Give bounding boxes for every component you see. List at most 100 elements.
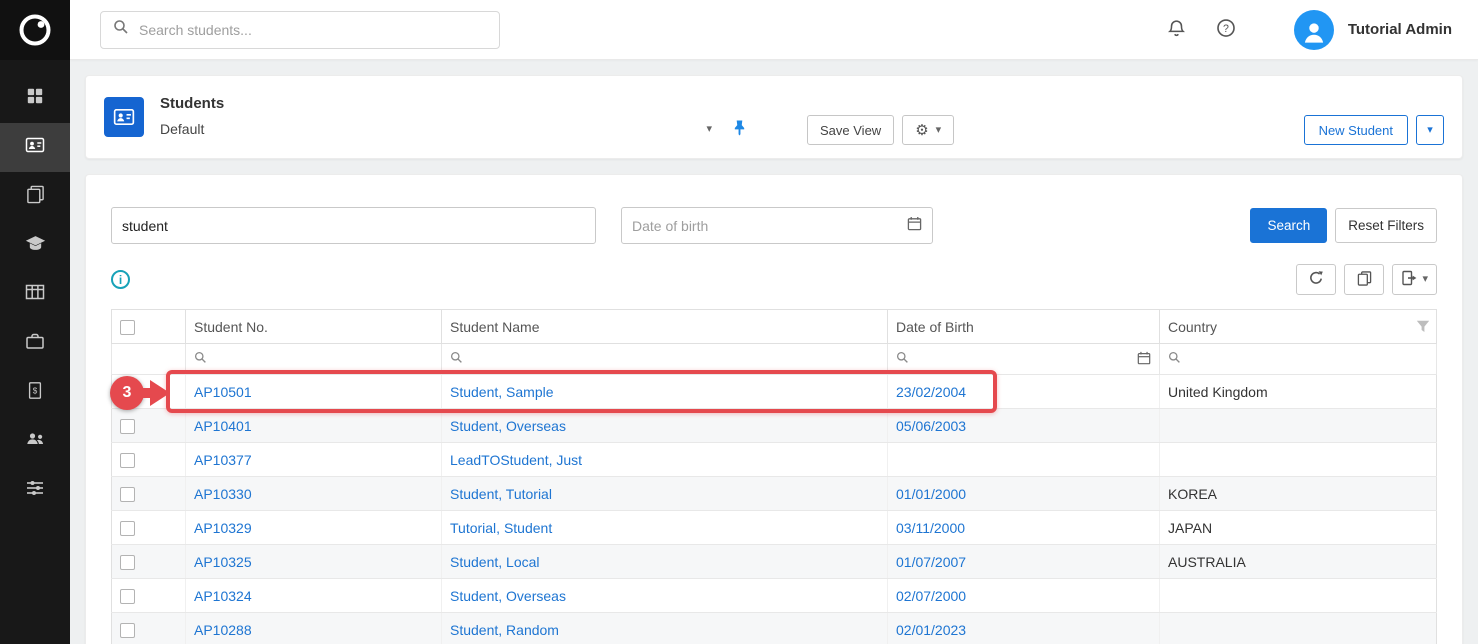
- row-checkbox[interactable]: [120, 385, 135, 400]
- student-dob-link[interactable]: 05/06/2003: [896, 418, 966, 434]
- dob-filter-input[interactable]: [632, 218, 907, 234]
- student-country: [1160, 443, 1437, 477]
- help-button[interactable]: ?: [1210, 12, 1242, 47]
- table-row[interactable]: AP10377 LeadTOStudent, Just: [112, 443, 1437, 477]
- avatar[interactable]: [1294, 10, 1334, 50]
- sidebar-item-users[interactable]: [0, 417, 70, 466]
- table-row[interactable]: AP10324 Student, Overseas 02/07/2000: [112, 579, 1437, 613]
- student-name-link[interactable]: LeadTOStudent, Just: [450, 452, 582, 468]
- student-no-link[interactable]: AP10324: [194, 588, 252, 604]
- select-all-checkbox[interactable]: [120, 320, 135, 335]
- view-settings-button[interactable]: ⚙ ▾: [902, 115, 954, 145]
- sliders-icon: [25, 478, 45, 503]
- table-row[interactable]: AP10288 Student, Random 02/01/2023: [112, 613, 1437, 644]
- dob-filter-field[interactable]: [621, 207, 933, 244]
- student-name-link[interactable]: Student, Local: [450, 554, 540, 570]
- student-no-link[interactable]: AP10401: [194, 418, 252, 434]
- refresh-icon: [1308, 270, 1324, 289]
- topbar-right: ? Tutorial Admin: [1161, 10, 1452, 50]
- copy-button[interactable]: [1344, 264, 1384, 295]
- table-row[interactable]: AP10501 Student, Sample 23/02/2004 Unite…: [112, 375, 1437, 409]
- row-checkbox[interactable]: [120, 589, 135, 604]
- filter-country[interactable]: [1160, 344, 1437, 375]
- user-name[interactable]: Tutorial Admin: [1348, 21, 1452, 38]
- row-checkbox[interactable]: [120, 521, 135, 536]
- new-student-dropdown-button[interactable]: ▾: [1416, 115, 1444, 145]
- col-header-country[interactable]: Country: [1160, 310, 1437, 344]
- reset-filters-button[interactable]: Reset Filters: [1335, 208, 1437, 243]
- calendar-icon[interactable]: [1137, 351, 1151, 368]
- student-dob-link[interactable]: 03/11/2000: [896, 520, 965, 536]
- sidebar-item-timetable[interactable]: [0, 270, 70, 319]
- filter-student-no[interactable]: [186, 344, 442, 375]
- content: Students Default ▾ Save View ⚙ ▾ New Stu…: [70, 60, 1478, 644]
- table-row[interactable]: AP10325 Student, Local 01/07/2007 AUSTRA…: [112, 545, 1437, 579]
- student-name-link[interactable]: Student, Sample: [450, 384, 554, 400]
- student-country: [1160, 409, 1437, 443]
- info-icon[interactable]: i: [111, 270, 130, 289]
- bell-icon: [1167, 19, 1186, 41]
- student-name-link[interactable]: Student, Overseas: [450, 588, 566, 604]
- student-dob-link[interactable]: 02/01/2023: [896, 622, 966, 638]
- briefcase-icon: [25, 331, 45, 356]
- student-dob-link[interactable]: 01/07/2007: [896, 554, 966, 570]
- sidebar-item-documents[interactable]: [0, 172, 70, 221]
- new-student-button[interactable]: New Student: [1304, 115, 1408, 145]
- sidebar-item-courses[interactable]: [0, 221, 70, 270]
- search-icon: [896, 351, 909, 367]
- global-search-input[interactable]: [139, 22, 487, 38]
- export-button[interactable]: ▾: [1392, 264, 1437, 295]
- save-view-button[interactable]: Save View: [807, 115, 894, 145]
- refresh-button[interactable]: [1296, 264, 1336, 295]
- student-dob-link[interactable]: 02/07/2000: [896, 588, 966, 604]
- student-name-link[interactable]: Student, Tutorial: [450, 486, 552, 502]
- student-filter-input[interactable]: [111, 207, 596, 244]
- student-name-link[interactable]: Student, Overseas: [450, 418, 566, 434]
- copy-icon: [1357, 270, 1372, 289]
- pin-view-button[interactable]: [732, 119, 747, 139]
- filter-student-name[interactable]: [442, 344, 888, 375]
- col-header-student-no[interactable]: Student No.: [186, 310, 442, 344]
- col-header-dob[interactable]: Date of Birth: [888, 310, 1160, 344]
- row-checkbox[interactable]: [120, 487, 135, 502]
- student-no-link[interactable]: AP10288: [194, 622, 252, 638]
- student-name-link[interactable]: Tutorial, Student: [450, 520, 552, 536]
- sidebar-item-settings[interactable]: [0, 466, 70, 515]
- student-no-link[interactable]: AP10325: [194, 554, 252, 570]
- filter-funnel-icon[interactable]: [1416, 320, 1430, 336]
- app-logo[interactable]: [0, 0, 70, 60]
- pin-icon: [732, 119, 747, 139]
- module-title-wrap: Students Default ▾: [160, 95, 747, 139]
- row-checkbox[interactable]: [120, 555, 135, 570]
- module-header-card: Students Default ▾ Save View ⚙ ▾ New Stu…: [85, 75, 1463, 159]
- row-checkbox[interactable]: [120, 419, 135, 434]
- table-row[interactable]: AP10330 Student, Tutorial 01/01/2000 KOR…: [112, 477, 1437, 511]
- student-dob-link[interactable]: 01/01/2000: [896, 486, 966, 502]
- student-no-link[interactable]: AP10377: [194, 452, 252, 468]
- notifications-button[interactable]: [1161, 13, 1192, 47]
- student-no-link[interactable]: AP10501: [194, 384, 252, 400]
- sidebar-item-agents[interactable]: [0, 319, 70, 368]
- row-checkbox[interactable]: [120, 623, 135, 638]
- sidebar-item-dashboard[interactable]: [0, 74, 70, 123]
- student-country: [1160, 613, 1437, 644]
- row-checkbox[interactable]: [120, 453, 135, 468]
- col-header-student-name[interactable]: Student Name: [442, 310, 888, 344]
- student-name-link[interactable]: Student, Random: [450, 622, 559, 638]
- table-row[interactable]: AP10401 Student, Overseas 05/06/2003: [112, 409, 1437, 443]
- student-no-link[interactable]: AP10330: [194, 486, 252, 502]
- gear-icon: ⚙: [915, 123, 928, 138]
- student-country: JAPAN: [1160, 511, 1437, 545]
- student-no-link[interactable]: AP10329: [194, 520, 252, 536]
- sidebar-item-students[interactable]: [0, 123, 70, 172]
- student-dob-link[interactable]: 23/02/2004: [896, 384, 966, 400]
- calendar-icon[interactable]: [907, 216, 922, 236]
- table-row[interactable]: AP10329 Tutorial, Student 03/11/2000 JAP…: [112, 511, 1437, 545]
- sidebar-item-finance[interactable]: $: [0, 368, 70, 417]
- view-selector[interactable]: Default ▾: [160, 121, 712, 137]
- global-search[interactable]: [100, 11, 500, 49]
- search-icon: [1168, 351, 1181, 367]
- search-button[interactable]: Search: [1250, 208, 1327, 243]
- filter-dob[interactable]: [888, 344, 1160, 375]
- sidebar: $: [0, 0, 70, 644]
